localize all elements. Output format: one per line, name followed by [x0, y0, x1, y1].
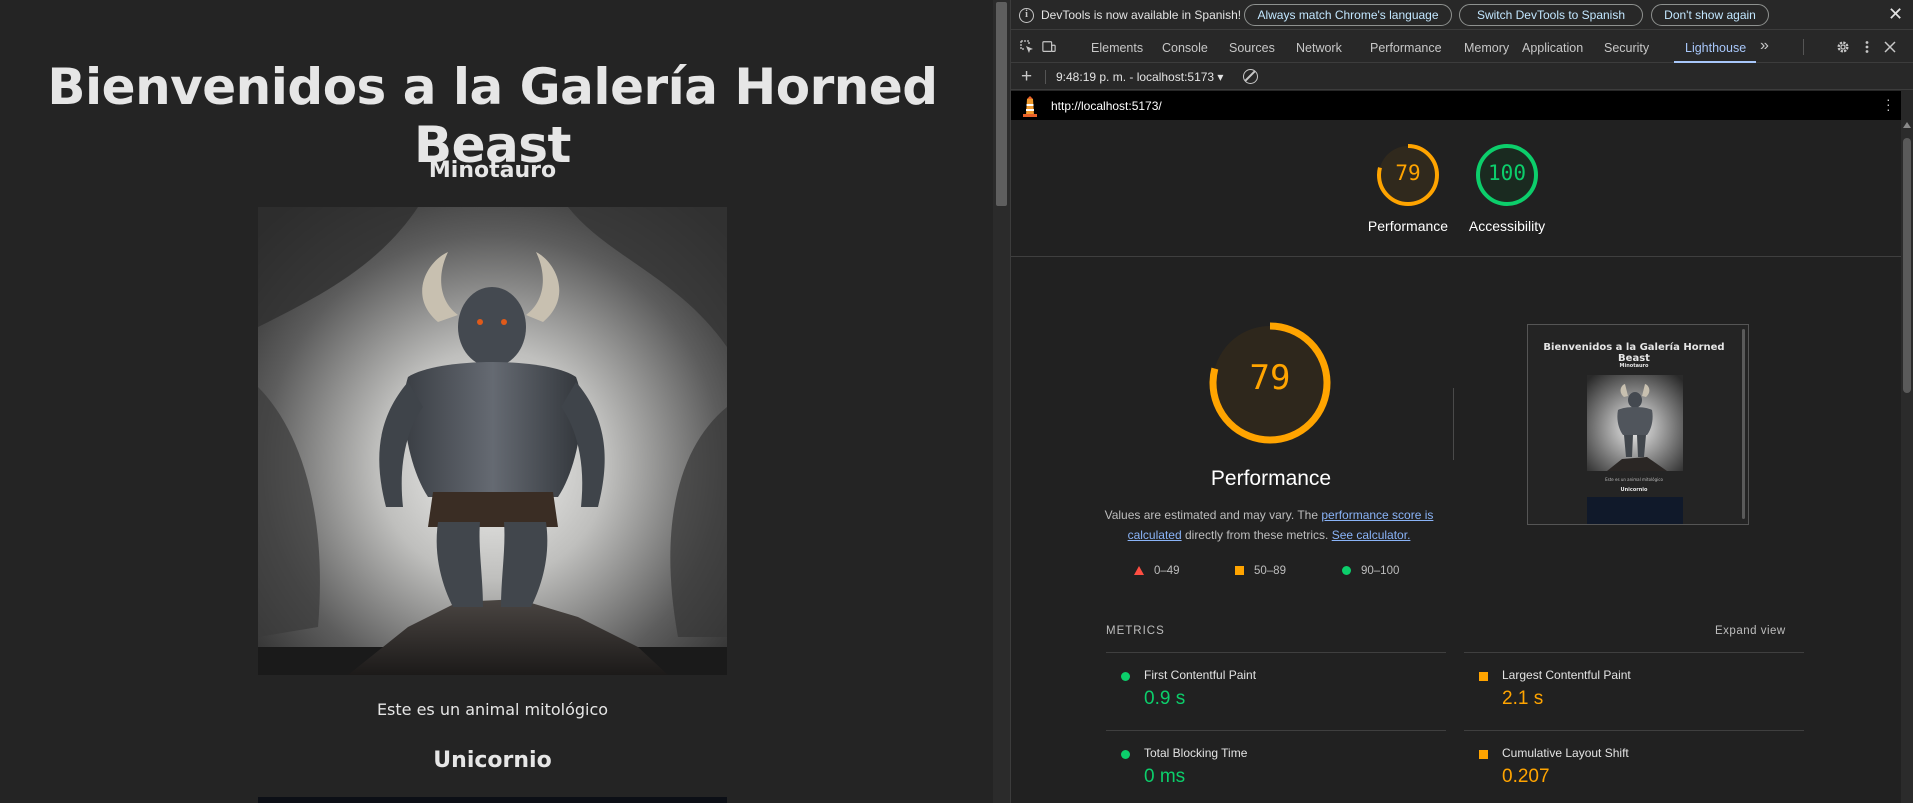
beast-name-1: Minotauro — [428, 158, 557, 183]
thumbnail-beast-2: Unicornio — [1620, 487, 1648, 493]
average-square-icon — [1479, 750, 1488, 759]
lighthouse-toolbar: + 9:48:19 p. m. - localhost:5173 ▾ — [1011, 64, 1913, 90]
metric-tbt-name: Total Blocking Time — [1144, 746, 1248, 760]
active-tab-indicator — [1674, 61, 1756, 63]
circle-icon — [1342, 566, 1351, 576]
metric-cls-name: Cumulative Layout Shift — [1502, 746, 1629, 760]
legend-pass-label: 90–100 — [1361, 565, 1400, 577]
gauge-accessibility-small[interactable] — [1473, 141, 1541, 209]
report-scrollbar[interactable] — [1901, 120, 1913, 803]
legend-fail: 0–49 — [1134, 565, 1180, 577]
unicorn-image — [258, 797, 727, 803]
tab-network[interactable]: Network — [1296, 41, 1342, 55]
expand-view-toggle[interactable]: Expand view — [1715, 625, 1786, 637]
square-icon — [1235, 566, 1244, 576]
metric-tbt-value: 0 ms — [1144, 766, 1186, 787]
device-toolbar-icon[interactable] — [1042, 40, 1056, 54]
more-options-icon[interactable] — [1860, 40, 1874, 54]
gauge-performance-large — [1209, 322, 1331, 444]
close-icon[interactable]: ✕ — [1888, 4, 1903, 25]
tab-performance[interactable]: Performance — [1370, 41, 1442, 55]
page-title: Bienvenidos a la Galería Horned Beast — [47, 58, 938, 174]
toolbar-divider — [1045, 70, 1046, 84]
performance-note: Values are estimated and may vary. The p… — [1099, 505, 1439, 545]
lighthouse-report: 79 Performance 100 Accessibility 79 Perf… — [1011, 120, 1901, 803]
tab-console[interactable]: Console — [1162, 41, 1208, 55]
metric-fcp-value: 0.9 s — [1144, 688, 1186, 709]
tab-sources[interactable]: Sources — [1229, 41, 1275, 55]
page-viewport: Bienvenidos a la Galería Horned Beast Mi… — [0, 0, 993, 803]
gauge-performance-small[interactable] — [1374, 141, 1442, 209]
pass-circle-icon — [1121, 672, 1130, 681]
metrics-divider — [1106, 730, 1446, 731]
language-infobar: i DevTools is now available in Spanish! … — [1011, 0, 1913, 30]
inspect-element-icon[interactable] — [1020, 40, 1034, 54]
thumbnail-scrollbar — [1742, 329, 1745, 519]
infobar-message: DevTools is now available in Spanish! — [1041, 8, 1242, 22]
minotaur-image — [258, 207, 727, 675]
performance-label-small: Performance — [1367, 218, 1449, 234]
new-report-icon[interactable]: + — [1021, 66, 1032, 88]
triangle-icon — [1134, 566, 1144, 576]
report-url: http://localhost:5173/ — [1051, 99, 1162, 113]
thumbnail-minotaur-image — [1587, 375, 1683, 471]
scroll-up-arrow-icon[interactable] — [1903, 122, 1911, 128]
report-scrollbar-thumb[interactable] — [1903, 138, 1911, 393]
metrics-divider — [1464, 652, 1804, 653]
tab-memory[interactable]: Memory — [1464, 41, 1509, 55]
report-url-bar: http://localhost:5173/ · · · — [1011, 91, 1901, 120]
devtools-panel: i DevTools is now available in Spanish! … — [1011, 0, 1913, 803]
match-chrome-language-button[interactable]: Always match Chrome's language — [1244, 4, 1452, 26]
switch-to-spanish-button[interactable]: Switch DevTools to Spanish — [1459, 4, 1643, 26]
tab-elements[interactable]: Elements — [1091, 41, 1143, 55]
devtools-tabbar: Elements Console Sources Network Perform… — [1011, 31, 1913, 63]
thumbnail-title: Bienvenidos a la Galería Horned Beast — [1543, 342, 1725, 364]
beast-name-2: Unicornio — [433, 748, 552, 773]
header-divider — [1011, 256, 1901, 257]
lighthouse-logo-icon — [1023, 96, 1037, 117]
thumbnail-unicorn-image — [1587, 497, 1683, 524]
dont-show-again-button[interactable]: Don't show again — [1651, 4, 1769, 26]
report-menu-icon[interactable]: · · · — [1886, 92, 1891, 116]
info-icon: i — [1019, 8, 1034, 23]
metrics-heading: METRICS — [1106, 625, 1165, 637]
vertical-divider — [1453, 388, 1454, 460]
final-screenshot-thumbnail[interactable]: Bienvenidos a la Galería Horned Beast Mi… — [1527, 324, 1749, 525]
legend-fail-label: 0–49 — [1154, 565, 1180, 577]
close-devtools-icon[interactable] — [1883, 40, 1897, 54]
metrics-divider — [1464, 730, 1804, 731]
metrics-divider — [1106, 652, 1446, 653]
tab-security[interactable]: Security — [1604, 41, 1649, 55]
metric-lcp-name: Largest Contentful Paint — [1502, 668, 1631, 682]
clear-reports-icon[interactable] — [1243, 69, 1258, 84]
see-calculator-link[interactable]: See calculator. — [1332, 528, 1411, 542]
legend-average: 50–89 — [1235, 565, 1286, 577]
toolbar-divider — [1803, 39, 1804, 55]
accessibility-label-small: Accessibility — [1468, 218, 1546, 234]
legend-pass: 90–100 — [1342, 565, 1399, 577]
pass-circle-icon — [1121, 750, 1130, 759]
page-scrollbar[interactable] — [993, 0, 1010, 803]
thumbnail-desc-1: Este es un animal mitológico — [1605, 477, 1663, 482]
average-square-icon — [1479, 672, 1488, 681]
thumbnail-beast-1: Minotauro — [1619, 363, 1649, 369]
gear-icon[interactable] — [1836, 40, 1850, 54]
more-tabs-icon[interactable]: » — [1760, 37, 1769, 55]
note-text-1: Values are estimated and may vary. The — [1104, 508, 1322, 522]
metric-fcp-name: First Contentful Paint — [1144, 668, 1257, 682]
report-selector[interactable]: 9:48:19 p. m. - localhost:5173 ▾ — [1056, 70, 1223, 84]
metric-lcp-value: 2.1 s — [1502, 688, 1544, 709]
tab-application[interactable]: Application — [1522, 41, 1583, 55]
note-text-2: directly from these metrics. — [1181, 528, 1332, 542]
metric-cls-value: 0.207 — [1502, 766, 1550, 787]
beast-description-1: Este es un animal mitológico — [376, 700, 609, 719]
page-scrollbar-thumb[interactable] — [996, 2, 1007, 206]
performance-title: Performance — [1210, 467, 1332, 490]
legend-average-label: 50–89 — [1254, 565, 1286, 577]
tab-lighthouse[interactable]: Lighthouse — [1685, 41, 1746, 55]
